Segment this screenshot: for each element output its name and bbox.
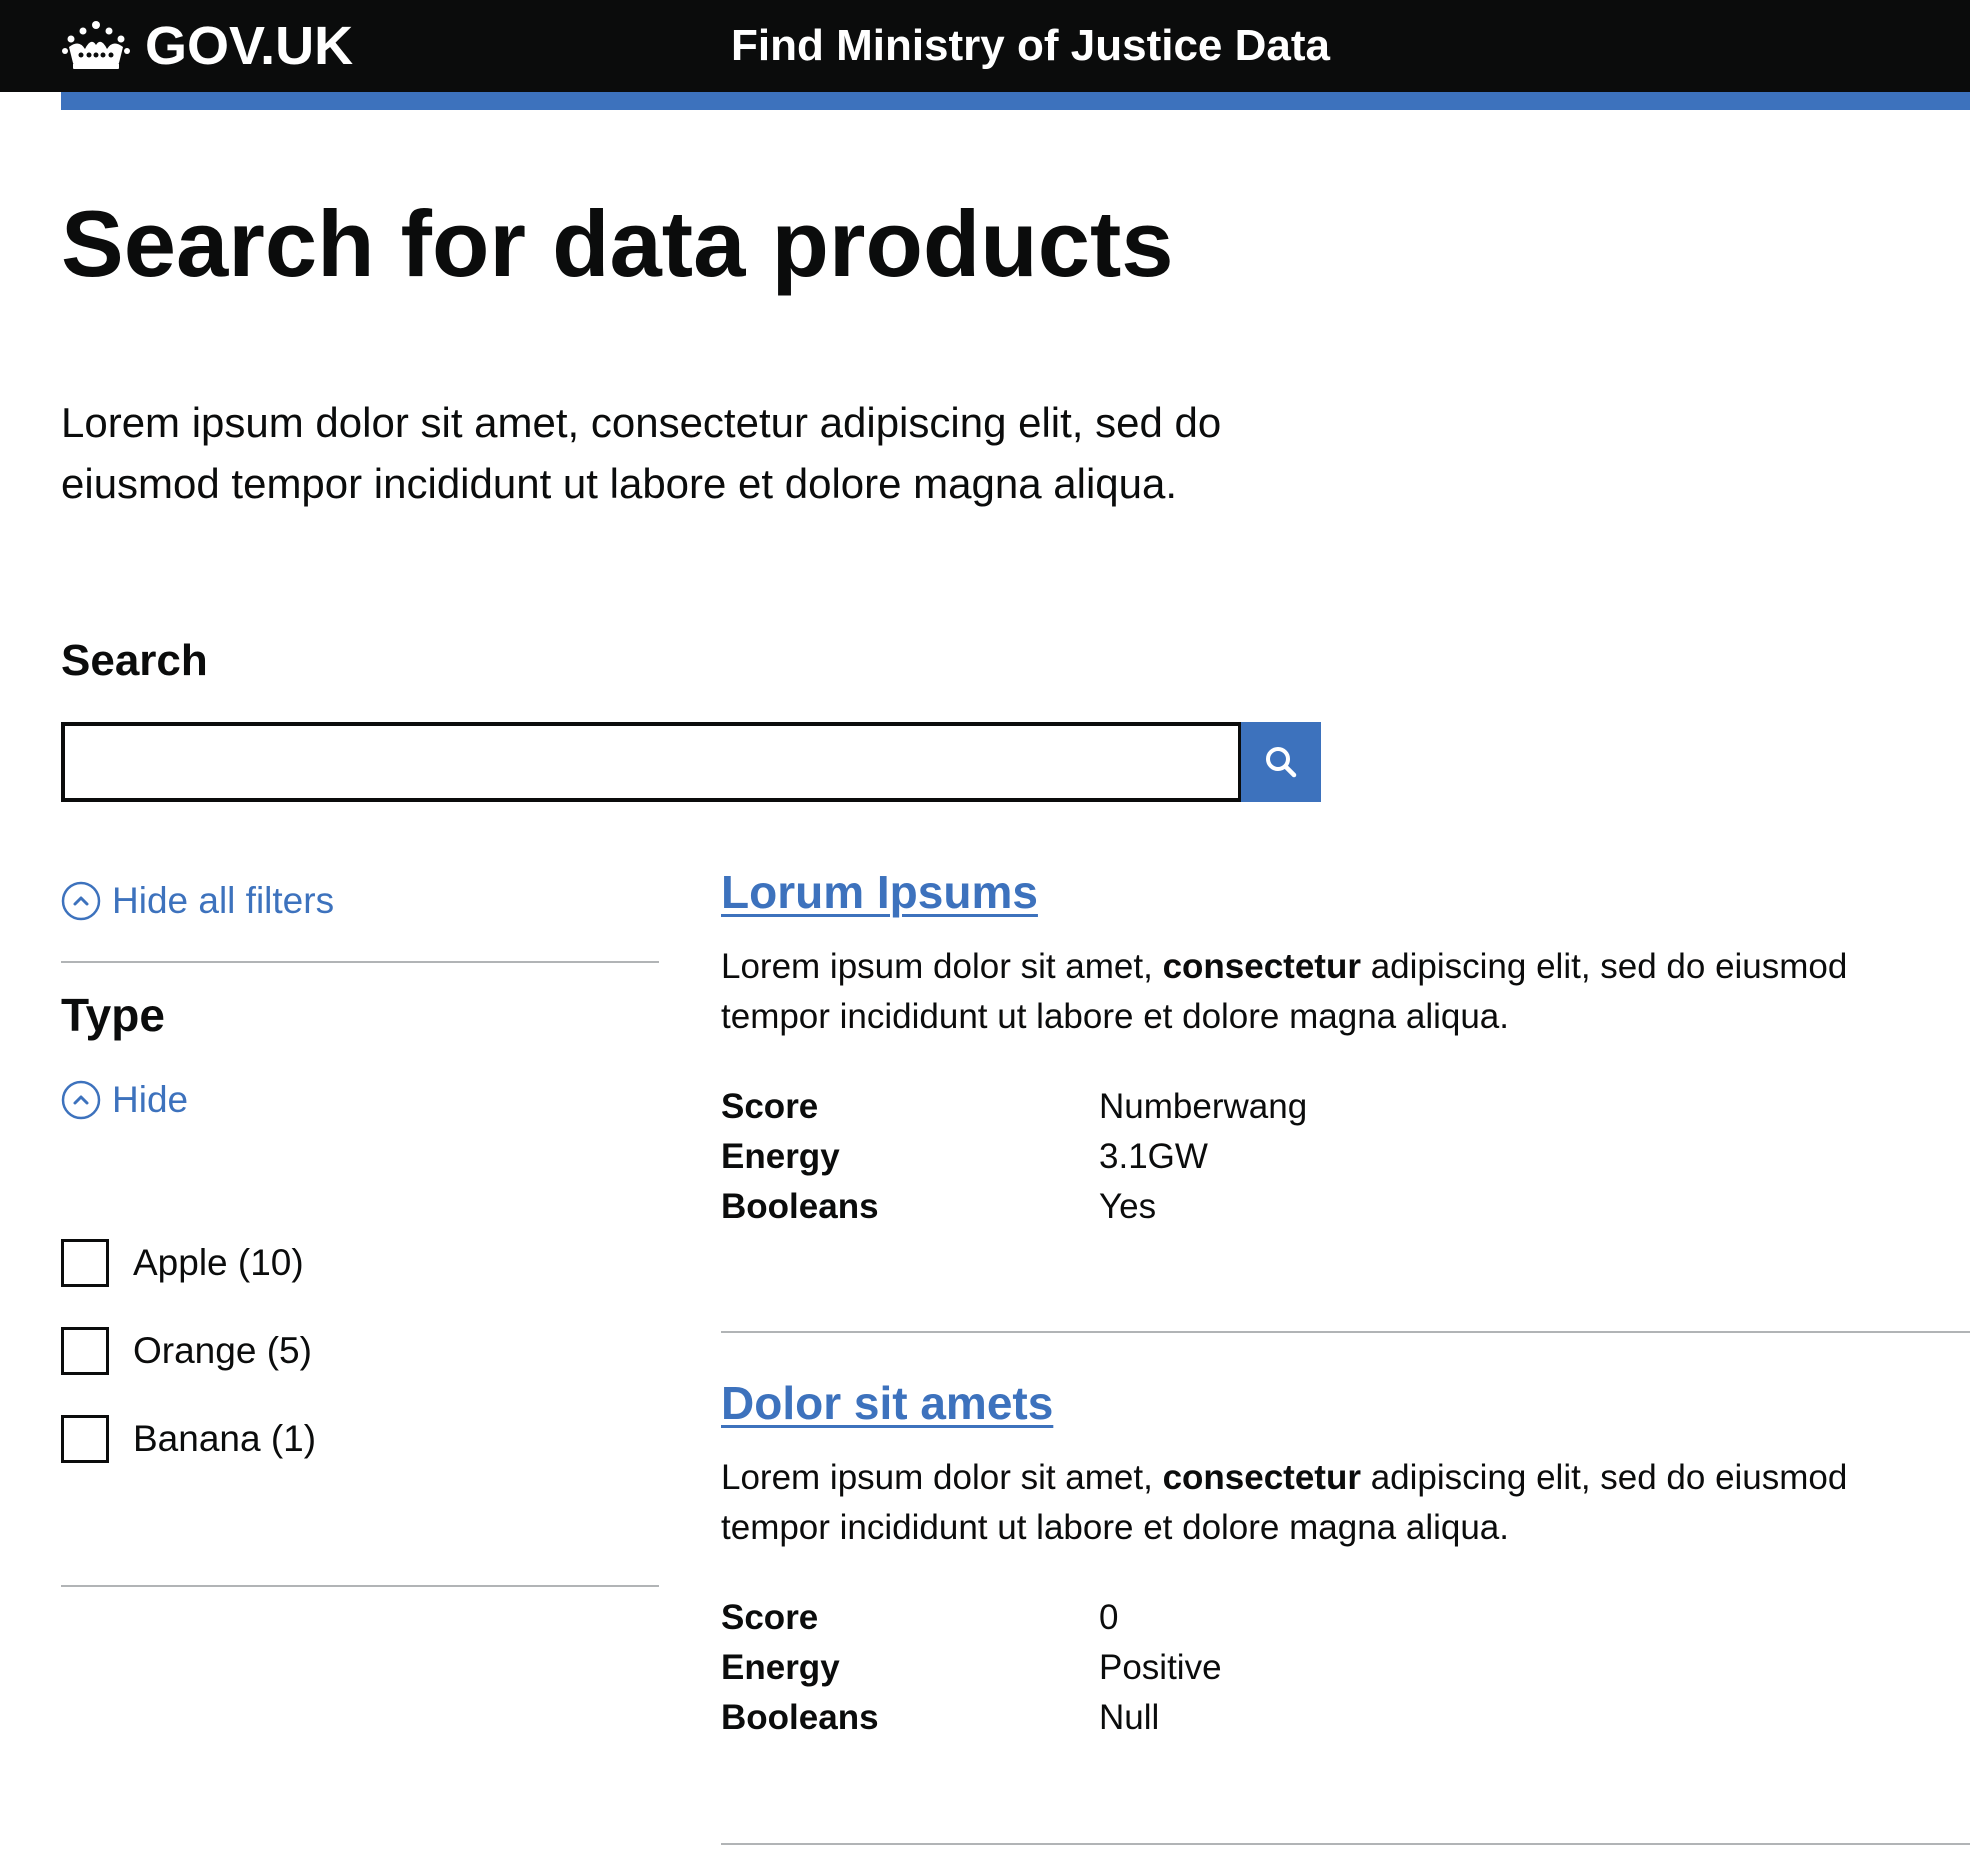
chevron-up-circle-icon	[61, 1080, 101, 1120]
chevron-up-circle-icon	[61, 881, 101, 921]
logo-text: GOV.UK	[145, 16, 354, 76]
checkbox-banana[interactable]: Banana (1)	[61, 1415, 316, 1463]
result-title-link[interactable]: Dolor sit amets	[721, 1374, 1053, 1432]
site-header: GOV.UK Find Ministry of Justice Data	[0, 0, 1970, 92]
result-desc-bold: consectetur	[1162, 947, 1361, 986]
hide-type-label: Hide	[112, 1079, 189, 1120]
page-title: Search for data products	[61, 191, 1174, 296]
result-desc-bold: consectetur	[1162, 1458, 1361, 1497]
result-title-link[interactable]: Lorum Ipsums	[721, 863, 1038, 921]
checkbox-box[interactable]	[61, 1415, 109, 1463]
filters-divider-top	[61, 961, 659, 963]
meta-key: Energy	[721, 1137, 840, 1176]
hide-all-filters-label: Hide all filters	[112, 880, 335, 921]
result-desc-text: Lorem ipsum dolor sit amet,	[721, 947, 1163, 986]
type-filter-heading: Type	[61, 989, 165, 1041]
result-meta-row: Score Numberwang	[721, 1082, 1307, 1132]
service-name-link[interactable]: Find Ministry of Justice Data	[731, 14, 1330, 78]
meta-value: Numberwang	[1099, 1087, 1308, 1126]
search-button[interactable]	[1241, 722, 1321, 802]
meta-value: Positive	[1099, 1648, 1222, 1687]
meta-key: Score	[721, 1087, 819, 1126]
filters-divider-bottom	[61, 1585, 659, 1587]
govuk-logo-link[interactable]: GOV.UK	[61, 14, 353, 78]
search-input[interactable]	[61, 722, 1242, 802]
result-meta-row: Energy Positive	[721, 1643, 1222, 1693]
checkbox-box[interactable]	[61, 1327, 109, 1375]
search-icon	[1266, 747, 1297, 778]
meta-key: Booleans	[721, 1187, 879, 1226]
checkbox-label: Orange (5)	[133, 1330, 312, 1371]
checkbox-label: Banana (1)	[133, 1418, 317, 1459]
result-description: Lorem ipsum dolor sit amet, consectetur …	[721, 942, 1951, 1042]
result-divider	[721, 1843, 1970, 1845]
meta-value: 0	[1099, 1598, 1119, 1637]
crown-icon	[62, 21, 130, 69]
search-label: Search	[61, 636, 208, 685]
meta-value: Null	[1099, 1698, 1160, 1737]
header-blue-stripe	[61, 92, 1970, 110]
hide-type-filter-link[interactable]: Hide	[61, 1076, 188, 1124]
meta-value: 3.1GW	[1099, 1137, 1208, 1176]
result-divider	[721, 1331, 1970, 1333]
meta-key: Score	[721, 1598, 819, 1637]
result-meta-row: Energy 3.1GW	[721, 1132, 1208, 1182]
checkbox-orange[interactable]: Orange (5)	[61, 1327, 312, 1375]
result-meta-row: Booleans Null	[721, 1693, 1159, 1743]
hide-all-filters-link[interactable]: Hide all filters	[61, 877, 334, 925]
meta-value: Yes	[1099, 1187, 1157, 1226]
result-meta-row: Score 0	[721, 1593, 1118, 1643]
meta-key: Energy	[721, 1648, 840, 1687]
checkbox-apple[interactable]: Apple (10)	[61, 1239, 304, 1287]
result-meta-row: Booleans Yes	[721, 1182, 1156, 1232]
checkbox-label: Apple (10)	[133, 1242, 304, 1283]
meta-key: Booleans	[721, 1698, 879, 1737]
result-desc-text: Lorem ipsum dolor sit amet,	[721, 1458, 1163, 1497]
result-description: Lorem ipsum dolor sit amet, consectetur …	[721, 1453, 1951, 1553]
lead-paragraph: Lorem ipsum dolor sit amet, consectetur …	[61, 399, 1222, 507]
checkbox-box[interactable]	[61, 1239, 109, 1287]
